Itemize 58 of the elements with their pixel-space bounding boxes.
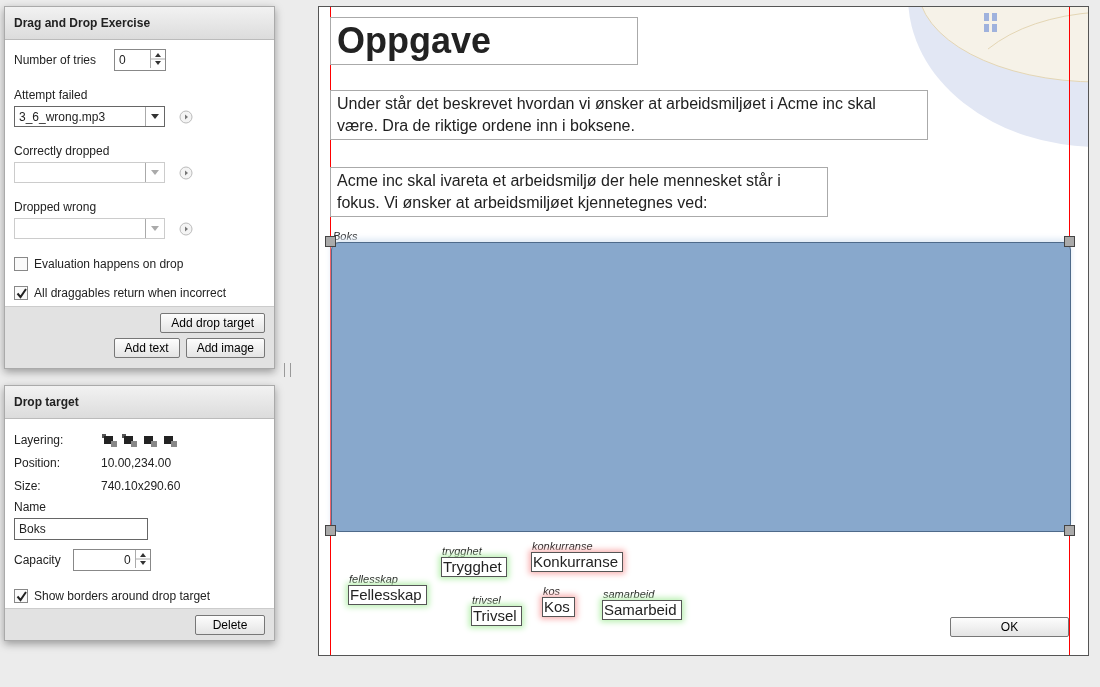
checkbox[interactable] [14, 589, 28, 603]
play-icon[interactable] [179, 165, 193, 180]
checkbox[interactable] [14, 257, 28, 271]
sound-label: Correctly dropped [14, 144, 111, 158]
resize-grip[interactable] [284, 363, 291, 377]
play-icon[interactable] [179, 221, 193, 236]
slide-title[interactable]: Oppgave [330, 17, 638, 65]
checkbox[interactable] [14, 286, 28, 300]
name-field[interactable]: Boks [14, 518, 148, 540]
property-label: Position: [14, 455, 62, 470]
property-label: Size: [14, 478, 42, 493]
tries-label: Number of tries [14, 53, 98, 67]
property-label: Layering: [14, 432, 65, 447]
add-text-button[interactable]: Add text [113, 338, 180, 358]
draggable-word[interactable]: Trivsel [471, 606, 522, 626]
draggable-label: trygghet [441, 546, 482, 557]
ok-button[interactable]: OK [950, 617, 1069, 637]
draggable-label: fellesskap [348, 574, 398, 585]
layering-icon[interactable] [121, 432, 139, 447]
property-value: 740.10x290.60 [101, 478, 181, 493]
text-box[interactable]: Under står det beskrevet hvordan vi ønsker at arbeidsmiljøet i Acme inc skal være. Dra de riktige ordene inn i boksene. [330, 90, 928, 140]
caret-icon [151, 169, 159, 176]
add-image-button[interactable]: Add image [185, 338, 265, 358]
sound-dropdown[interactable]: 3_6_wrong.mp3 [14, 106, 165, 127]
name-label: Name [14, 500, 47, 514]
sound-label: Dropped wrong [14, 200, 98, 214]
draggable-label: konkurranse [531, 541, 593, 552]
play-icon[interactable] [179, 109, 193, 124]
stepper-arrows-icon[interactable] [150, 50, 165, 68]
sound-label: Attempt failed [14, 88, 89, 102]
resize-handle[interactable] [325, 525, 336, 536]
draggable-word[interactable]: Konkurranse [531, 552, 624, 572]
capacity-label: Capacity [14, 553, 61, 567]
draggable-label: trivsel [471, 595, 501, 606]
draggable-word[interactable]: Kos [542, 597, 575, 617]
resize-handle[interactable] [325, 236, 336, 247]
checkbox-label: Evaluation happens on drop [34, 257, 184, 271]
resize-handle[interactable] [1064, 236, 1075, 247]
resize-handle[interactable] [1064, 525, 1075, 536]
property-value: 10.00,234.00 [101, 455, 172, 470]
delete-button[interactable]: Delete [195, 615, 265, 635]
caret-icon [151, 225, 159, 232]
caret-icon [151, 113, 159, 120]
draggable-word[interactable]: Trygghet [441, 557, 507, 577]
checkbox-label: All draggables return when incorrect [34, 286, 227, 300]
draggable-label: kos [542, 586, 561, 597]
checkbox-label: Show borders around drop target [34, 589, 211, 603]
draggable-label: samarbeid [602, 589, 655, 600]
text-box[interactable]: Acme inc skal ivareta et arbeidsmiljø der hele mennesket står i fokus. Vi ønsker at arbeidsmiljøet kjennetegnes ved: [330, 167, 828, 217]
draggable-word[interactable]: Fellesskap [348, 585, 427, 605]
draggable-word[interactable]: Samarbeid [602, 600, 682, 620]
capacity-spinner[interactable]: 0 [72, 549, 151, 571]
tries-spinner[interactable]: 0 [114, 49, 166, 71]
layering-icon[interactable] [101, 432, 119, 447]
stepper-arrows-icon[interactable] [134, 550, 150, 568]
add-drop-target-button[interactable]: Add drop target [160, 313, 265, 333]
panel-title: Drop target [5, 386, 274, 419]
panel-title: Drag and Drop Exercise [5, 7, 274, 40]
